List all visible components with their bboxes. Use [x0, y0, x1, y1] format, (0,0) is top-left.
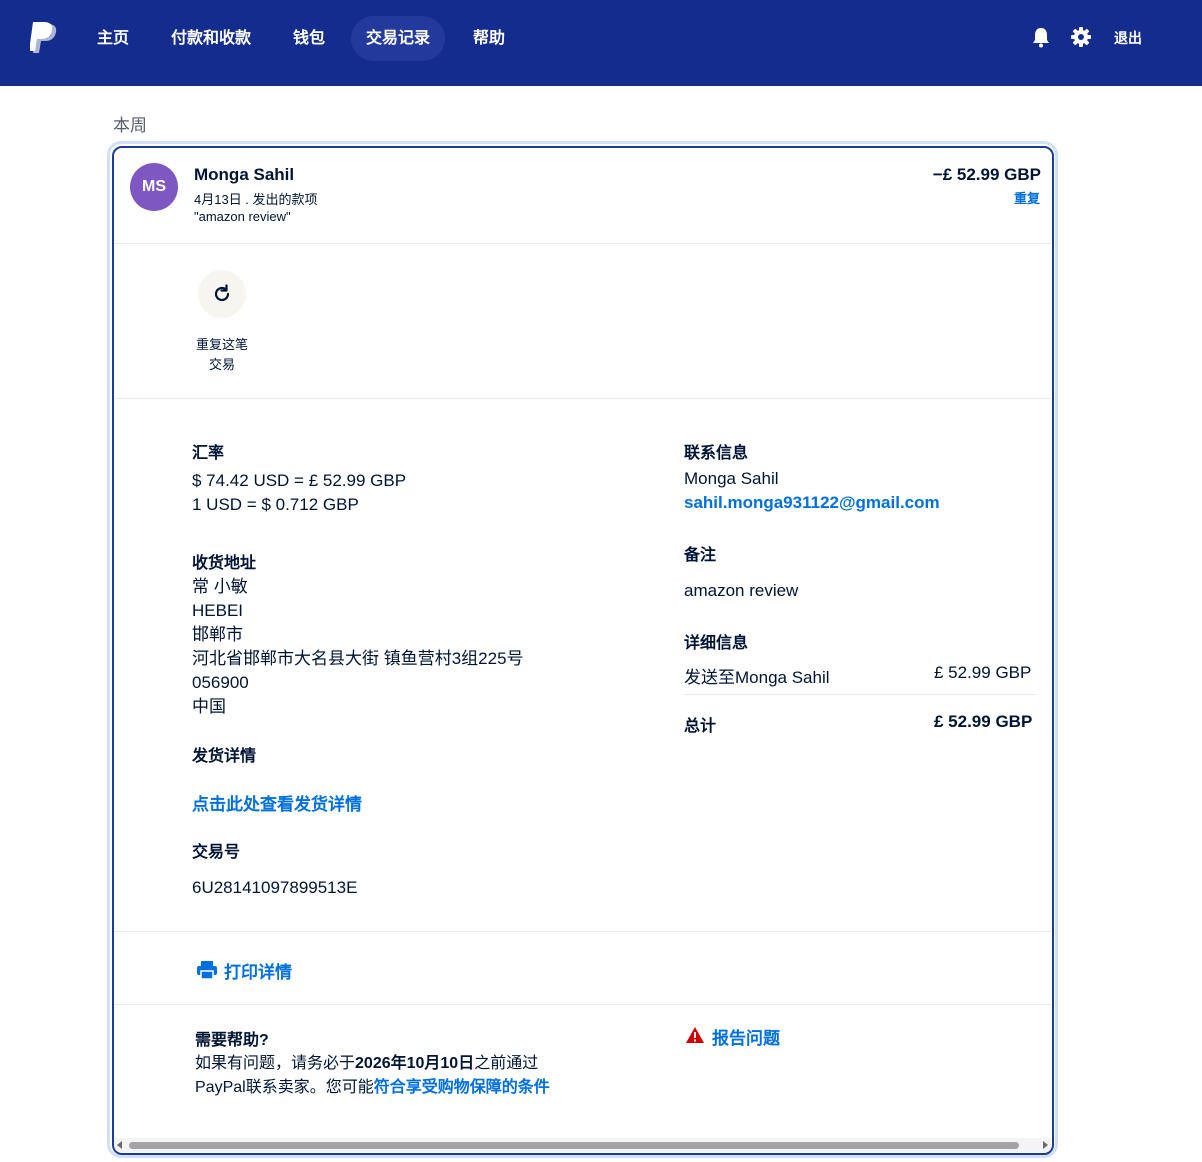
sent-to-amount: £ 52.99 GBP	[934, 663, 1032, 682]
total-label: 总计	[684, 718, 717, 735]
horizontal-scrollbar[interactable]	[114, 1138, 1051, 1152]
contact-email-link[interactable]: sahil.monga931122@gmail.com	[684, 493, 940, 513]
transaction-id-heading: 交易号	[192, 844, 241, 861]
details-divider	[684, 694, 1036, 695]
memo-value: amazon review	[684, 581, 799, 600]
scroll-right-arrow-icon[interactable]	[1043, 1141, 1048, 1149]
transaction-id-value: 6U28141097899513E	[192, 878, 358, 897]
gear-icon[interactable]	[1070, 26, 1092, 48]
nav-item-wallet[interactable]: 钱包	[278, 16, 340, 61]
transaction-date-type: 4月13日 . 发出的款项	[194, 192, 318, 207]
transaction-card: MS Monga Sahil 4月13日 . 发出的款项 "amazon rev…	[112, 146, 1054, 1155]
help-text-before: 如果有问题，请务必于	[195, 1055, 356, 1072]
bell-icon[interactable]	[1030, 26, 1052, 48]
scroll-thumb[interactable]	[129, 1142, 1019, 1149]
shipping-address: 常 小敏 HEBEI 邯郸市 河北省邯郸市大名县大街 镇鱼营村3组225号 05…	[192, 575, 524, 719]
address-line: 中国	[192, 697, 226, 716]
help-title: 需要帮助?	[195, 1032, 269, 1049]
total-amount: £ 52.99 GBP	[934, 712, 1033, 731]
address-line: 邯郸市	[192, 625, 243, 644]
nav-item-help[interactable]: 帮助	[458, 16, 520, 61]
exchange-rate-heading: 汇率	[192, 445, 225, 462]
exchange-rate-line2: 1 USD = $ 0.712 GBP	[192, 495, 359, 514]
help-text: 如果有问题，请务必于2026年10月10日之前通过PayPal联系卖家。您可能符…	[195, 1052, 555, 1100]
purchase-protection-link[interactable]: 符合享受购物保障的条件	[374, 1079, 550, 1096]
nav-item-home[interactable]: 主页	[82, 16, 144, 61]
refresh-icon	[214, 284, 230, 302]
sent-to-label: 发送至Monga Sahil	[684, 668, 830, 687]
counterparty-name: Monga Sahil	[194, 165, 295, 184]
shipping-address-heading: 收货地址	[192, 555, 257, 572]
printer-icon	[197, 961, 217, 980]
divider	[114, 243, 1051, 244]
print-details-label: 打印详情	[224, 963, 292, 982]
repeat-transaction-label: 重复这笔 交易	[188, 335, 256, 375]
contact-name: Monga Sahil	[684, 469, 779, 488]
divider	[114, 398, 1051, 399]
repeat-label-line1: 重复这笔	[195, 337, 248, 352]
avatar: MS	[130, 163, 178, 211]
transaction-amount: −£ 52.99 GBP	[932, 165, 1041, 184]
report-problem-label: 报告问题	[712, 1029, 780, 1048]
exchange-rate-line1: $ 74.42 USD = £ 52.99 GBP	[192, 471, 407, 490]
divider	[114, 1004, 1051, 1005]
repeat-label-line2: 交易	[208, 357, 235, 372]
divider	[114, 931, 1051, 932]
shipping-details-link[interactable]: 点击此处查看发货详情	[192, 790, 362, 815]
contact-heading: 联系信息	[684, 445, 749, 462]
address-line: 056900	[192, 673, 249, 692]
shipping-details-heading: 发货详情	[192, 748, 257, 765]
details-heading: 详细信息	[684, 635, 749, 652]
section-label: 本周	[113, 116, 147, 135]
transaction-note: "amazon review"	[194, 209, 291, 224]
paypal-logo-icon[interactable]	[30, 22, 60, 56]
address-line: HEBEI	[192, 601, 244, 620]
warning-icon	[686, 1027, 704, 1043]
nav-item-activity[interactable]: 交易记录	[351, 16, 446, 61]
help-deadline-date: 2026年10月10日	[355, 1055, 475, 1072]
repeat-link[interactable]: 重复	[1014, 188, 1040, 207]
address-line: 常 小敏	[192, 577, 248, 596]
logout-link[interactable]: 退出	[1114, 28, 1142, 48]
top-nav: 主页 付款和收款 钱包 交易记录 帮助 退出	[0, 0, 1202, 86]
scroll-left-arrow-icon[interactable]	[117, 1141, 122, 1149]
address-line: 河北省邯郸市大名县大街 镇鱼营村3组225号	[192, 649, 524, 668]
repeat-transaction-button[interactable]	[198, 270, 246, 318]
memo-heading: 备注	[684, 547, 717, 564]
nav-item-send-receive[interactable]: 付款和收款	[156, 16, 266, 61]
